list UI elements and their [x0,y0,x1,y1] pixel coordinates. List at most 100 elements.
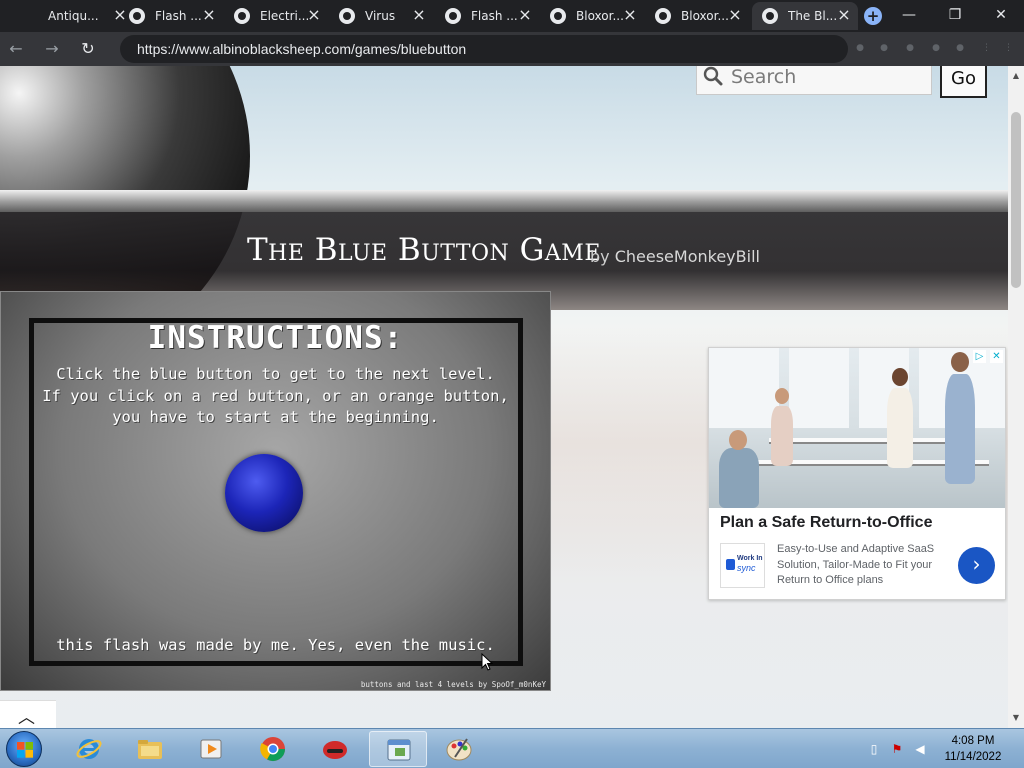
clock-time: 4:08 PM [951,735,995,747]
clock-date: 11/14/2022 [944,751,1002,763]
browser-tab[interactable]: Virus × [329,2,433,30]
network-icon[interactable]: ▯ [866,741,882,757]
ad-choices[interactable]: ▷ ✕ [973,350,1003,363]
chevron-right-icon[interactable]: › [958,547,995,584]
taskbar-file-explorer[interactable] [121,731,179,767]
taskbar-game-app[interactable] [306,731,364,767]
logo-mark-icon [726,559,735,570]
flash-game[interactable]: INSTRUCTIONS: Click the blue button to g… [0,291,551,691]
ad-body[interactable]: Easy-to-Use and Adaptive SaaS Solution, … [777,542,943,589]
close-icon[interactable]: × [727,7,743,24]
instructions-text: Click the blue button to get to the next… [42,365,509,426]
browser-tab-active[interactable]: The Bl... × [752,2,858,30]
reload-icon[interactable]: ↻ [76,37,100,61]
logo-line1: Work In [737,555,763,562]
scrollbar-thumb[interactable] [1011,112,1021,288]
taskbar-clock[interactable]: 4:08 PM 11/14/2022 [937,733,1009,765]
scroll-down-icon[interactable]: ▼ [1008,710,1024,726]
site-search [696,66,932,95]
extension-icon[interactable]: ● [932,44,940,53]
new-tab-icon[interactable]: + [864,7,882,25]
site-favicon-icon [445,8,461,24]
volume-icon[interactable]: ◀ [912,741,928,757]
author-link[interactable]: CheeseMonkeyBill [615,247,760,266]
logo-line2: sync [737,563,756,573]
game-canvas: INSTRUCTIONS: Click the blue button to g… [1,292,550,690]
close-window-icon[interactable]: ✕ [978,0,1024,30]
browser-tab[interactable]: Electri... × [224,2,328,30]
ad-headline[interactable]: Plan a Safe Return-to-Office [720,514,932,532]
tab-strip: Antiqu... × Flash ... × Electri... × Vir… [0,0,1024,32]
site-favicon-icon [234,8,250,24]
close-icon[interactable]: × [517,7,533,24]
star-icon[interactable]: ● [880,44,888,53]
url-text: https://www.albinoblacksheep.com/games/b… [137,41,467,57]
byline: by CheeseMonkeyBill [590,247,760,266]
by-label: by [590,247,610,266]
paint-palette-icon [446,738,472,761]
browser-toolbar: ← → ↻ https://www.albinoblacksheep.com/g… [0,32,1024,66]
share-icon[interactable]: ● [856,44,864,53]
forward-icon[interactable]: → [40,37,64,61]
close-icon[interactable]: × [411,7,427,24]
folder-icon [138,740,162,759]
close-icon[interactable]: × [836,7,852,24]
close-icon[interactable]: × [306,7,322,24]
page-scrollbar[interactable]: ▲ ▼ [1008,66,1024,728]
scroll-to-top-button[interactable]: ︿ [0,700,56,728]
search-icon [703,66,723,86]
header-bar [0,190,1008,212]
menu-icon[interactable]: ⋮ [982,44,991,53]
blue-button[interactable] [225,454,303,532]
adchoices-icon[interactable]: ▷ [973,350,986,363]
profile-icon[interactable]: ● [956,44,964,53]
instructions-title: INSTRUCTIONS: [147,320,404,356]
browser-tab[interactable]: Bloxor... × [645,2,749,30]
restore-icon[interactable]: ❐ [932,0,978,30]
taskbar-chrome[interactable] [244,731,302,767]
chevron-up-icon: ︿ [18,708,35,728]
browser-tab[interactable]: Bloxor... × [540,2,644,30]
taskbar-internet-explorer[interactable] [60,731,118,767]
internet-explorer-icon [76,739,102,759]
tab-title: Virus [365,9,396,23]
site-favicon-icon [655,8,671,24]
tab-title: Bloxor... [576,9,624,23]
action-center-icon[interactable]: ⚑ [889,741,905,757]
close-icon[interactable]: × [622,7,638,24]
game-credit: buttons and last 4 levels by SpoOf_m0nKe… [360,680,546,689]
menu-icon[interactable]: ⋮ [1004,44,1013,53]
mouse-cursor-icon [481,653,493,671]
site-favicon-icon [129,8,145,24]
ad-logo[interactable]: Work In sync [720,543,765,588]
ad-photo[interactable]: ▷ ✕ [709,348,1005,508]
advertisement[interactable]: ▷ ✕ Plan a Safe Return-to-Office Work In… [708,347,1006,600]
site-favicon-icon [339,8,355,24]
browser-tab[interactable]: Flash ... × [435,2,539,30]
search-input[interactable] [731,66,921,91]
close-icon[interactable]: × [201,7,217,24]
taskbar-paint[interactable] [430,731,488,767]
page-viewport: Go The Blue Button Game by CheeseMonkeyB… [0,66,1008,728]
extension-icon[interactable]: ● [906,44,914,53]
windows-taskbar: ▯ ⚑ ◀ 4:08 PM 11/14/2022 [0,728,1024,768]
back-icon[interactable]: ← [4,37,28,61]
browser-tab[interactable]: Flash ... × [119,2,223,30]
tab-title: Flash ... [471,9,518,23]
media-player-icon [200,739,222,759]
close-icon[interactable]: ✕ [990,350,1003,363]
address-bar[interactable]: https://www.albinoblacksheep.com/games/b… [120,35,848,63]
taskbar-media-player[interactable] [182,731,240,767]
tab-title: Flash ... [155,9,202,23]
scroll-up-icon[interactable]: ▲ [1008,68,1024,84]
chrome-icon [260,737,285,762]
tab-title: Bloxor... [681,9,729,23]
flash-window-icon [387,739,411,761]
minimize-icon[interactable]: — [886,0,932,30]
start-button-icon[interactable] [6,731,42,767]
game-footer-text: this flash was made by me. Yes, even the… [56,636,495,654]
go-button[interactable]: Go [940,66,987,98]
tab-title: Antiqu... [48,9,99,23]
taskbar-flash-player[interactable] [369,731,427,767]
site-favicon-icon [762,8,778,24]
